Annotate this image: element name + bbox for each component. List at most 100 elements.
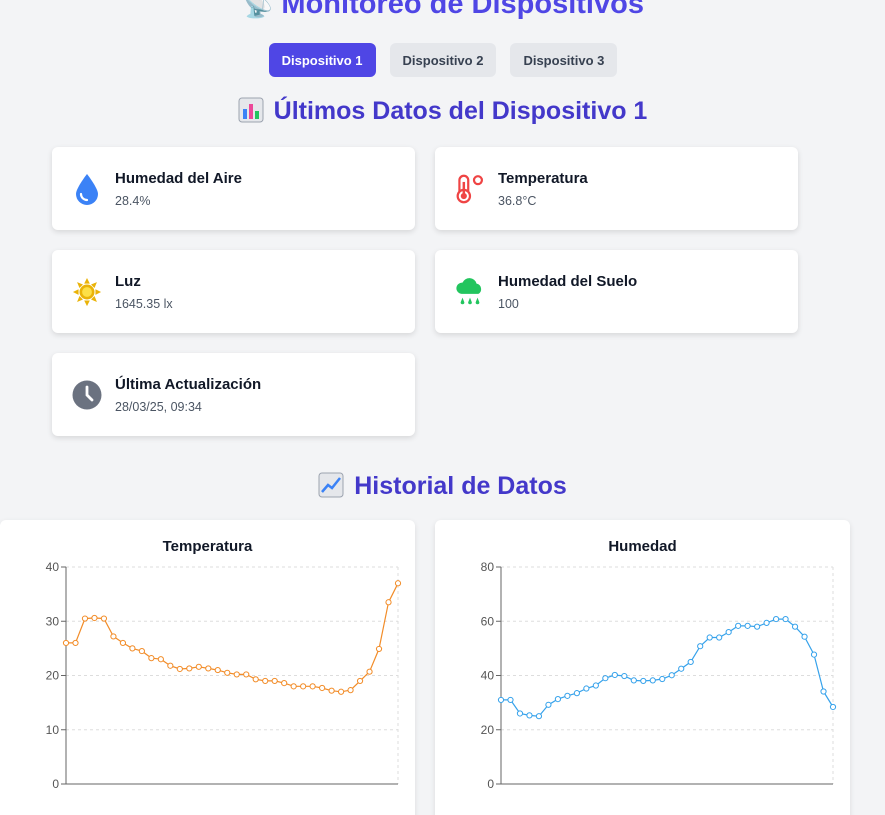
- data-point: [649, 677, 656, 684]
- data-point: [356, 677, 364, 685]
- data-point: [100, 615, 108, 622]
- data-point: [497, 696, 505, 704]
- history-title-text: Historial de Datos: [354, 472, 567, 500]
- data-point: [233, 671, 240, 678]
- latest-data-title: Últimos Datos del Dispositivo 1: [0, 97, 885, 126]
- data-point: [214, 666, 221, 674]
- data-point: [554, 695, 562, 703]
- data-point: [507, 696, 514, 704]
- card-label: Última Actualización: [115, 375, 262, 393]
- y-tick-label: 30: [46, 614, 60, 628]
- card-air-humidity: Humedad del Aire 28.4%: [52, 147, 415, 230]
- page-title: 📡 Monitoreo de Dispositivos: [0, 0, 885, 21]
- data-point: [375, 645, 383, 653]
- data-point: [328, 687, 335, 694]
- data-point: [516, 710, 524, 717]
- data-point: [290, 683, 297, 690]
- rain-cloud-icon: [455, 275, 485, 309]
- data-point: [309, 683, 316, 690]
- data-point: [91, 614, 98, 622]
- data-point: [640, 677, 647, 685]
- series-line: [501, 618, 834, 717]
- data-point: [791, 623, 799, 630]
- data-point: [706, 634, 713, 641]
- data-point: [678, 665, 685, 672]
- tab-dispositivo-1[interactable]: Dispositivo 1: [268, 43, 376, 77]
- y-tick-label: 80: [481, 560, 495, 574]
- card-value: 100: [498, 296, 519, 311]
- data-point: [763, 619, 770, 626]
- data-point: [592, 682, 599, 689]
- tab-dispositivo-2[interactable]: Dispositivo 2: [389, 43, 497, 77]
- data-point: [583, 685, 590, 692]
- data-point: [725, 629, 732, 636]
- data-point: [110, 633, 117, 640]
- data-point: [366, 668, 373, 675]
- card-value: 36.8°C: [498, 193, 537, 208]
- y-tick-label: 20: [481, 723, 495, 737]
- data-point: [157, 656, 164, 663]
- data-point: [81, 615, 89, 622]
- history-title: Historial de Datos: [0, 472, 885, 501]
- data-point: [148, 655, 155, 662]
- data-point: [243, 671, 250, 678]
- card-value: 1645.35 lx: [115, 296, 173, 311]
- y-tick-label: 0: [52, 777, 59, 791]
- data-point: [72, 639, 79, 647]
- data-point: [186, 665, 193, 672]
- device-tabs: Dispositivo 1 Dispositivo 2 Dispositivo …: [0, 43, 885, 77]
- data-point: [205, 665, 212, 672]
- data-point: [129, 645, 136, 652]
- y-tick-label: 20: [46, 669, 60, 683]
- clock-icon: [72, 378, 102, 412]
- card-light: Luz 1645.35 lx: [52, 250, 415, 333]
- data-point: [782, 615, 789, 623]
- data-point: [167, 662, 174, 669]
- data-point: [535, 713, 543, 720]
- latest-data-title-text: Últimos Datos del Dispositivo 1: [273, 97, 648, 125]
- y-tick-label: 60: [481, 614, 495, 628]
- y-tick-label: 40: [481, 669, 495, 683]
- card-label: Humedad del Aire: [115, 169, 242, 187]
- data-point: [602, 675, 609, 682]
- data-point: [394, 580, 402, 587]
- data-point: [668, 672, 675, 679]
- data-point: [611, 671, 618, 679]
- water-drop-icon: [72, 172, 102, 206]
- y-tick-label: 0: [487, 777, 494, 791]
- data-point: [744, 622, 751, 629]
- card-label: Humedad del Suelo: [498, 272, 638, 290]
- card-label: Temperatura: [498, 169, 588, 187]
- card-value: 28/03/25, 09:34: [115, 399, 202, 414]
- data-point: [319, 684, 326, 692]
- temperature-chart: 0 10 20 30 40: [46, 560, 402, 791]
- data-point: [119, 639, 127, 647]
- data-point: [630, 677, 637, 684]
- card-label: Luz: [115, 272, 141, 290]
- data-point: [526, 712, 533, 719]
- data-point: [621, 672, 628, 680]
- y-tick-label: 10: [46, 723, 60, 737]
- data-point: [735, 622, 742, 629]
- data-point: [573, 690, 580, 697]
- data-point: [281, 679, 288, 687]
- data-point: [300, 683, 307, 690]
- data-point: [801, 633, 808, 640]
- data-point: [659, 675, 666, 683]
- temperature-chart-card: Temperatura 0 10 20 30 40: [0, 520, 415, 815]
- data-point: [697, 643, 704, 650]
- tab-dispositivo-3[interactable]: Dispositivo 3: [510, 43, 618, 77]
- data-point: [545, 701, 552, 708]
- data-point: [337, 688, 345, 695]
- card-temperature: Temperatura 36.8°C: [435, 147, 798, 230]
- trend-chart-icon: [318, 472, 344, 498]
- card-last-update: Última Actualización 28/03/25, 09:34: [52, 353, 415, 436]
- card-value: 28.4%: [115, 193, 151, 208]
- data-point: [754, 623, 761, 630]
- data-point: [716, 634, 723, 641]
- humidity-chart-card: Humedad 0 20 40 60 80: [435, 520, 850, 815]
- data-point: [687, 658, 694, 666]
- data-point: [252, 676, 259, 683]
- data-point: [62, 639, 70, 647]
- data-point: [772, 615, 780, 623]
